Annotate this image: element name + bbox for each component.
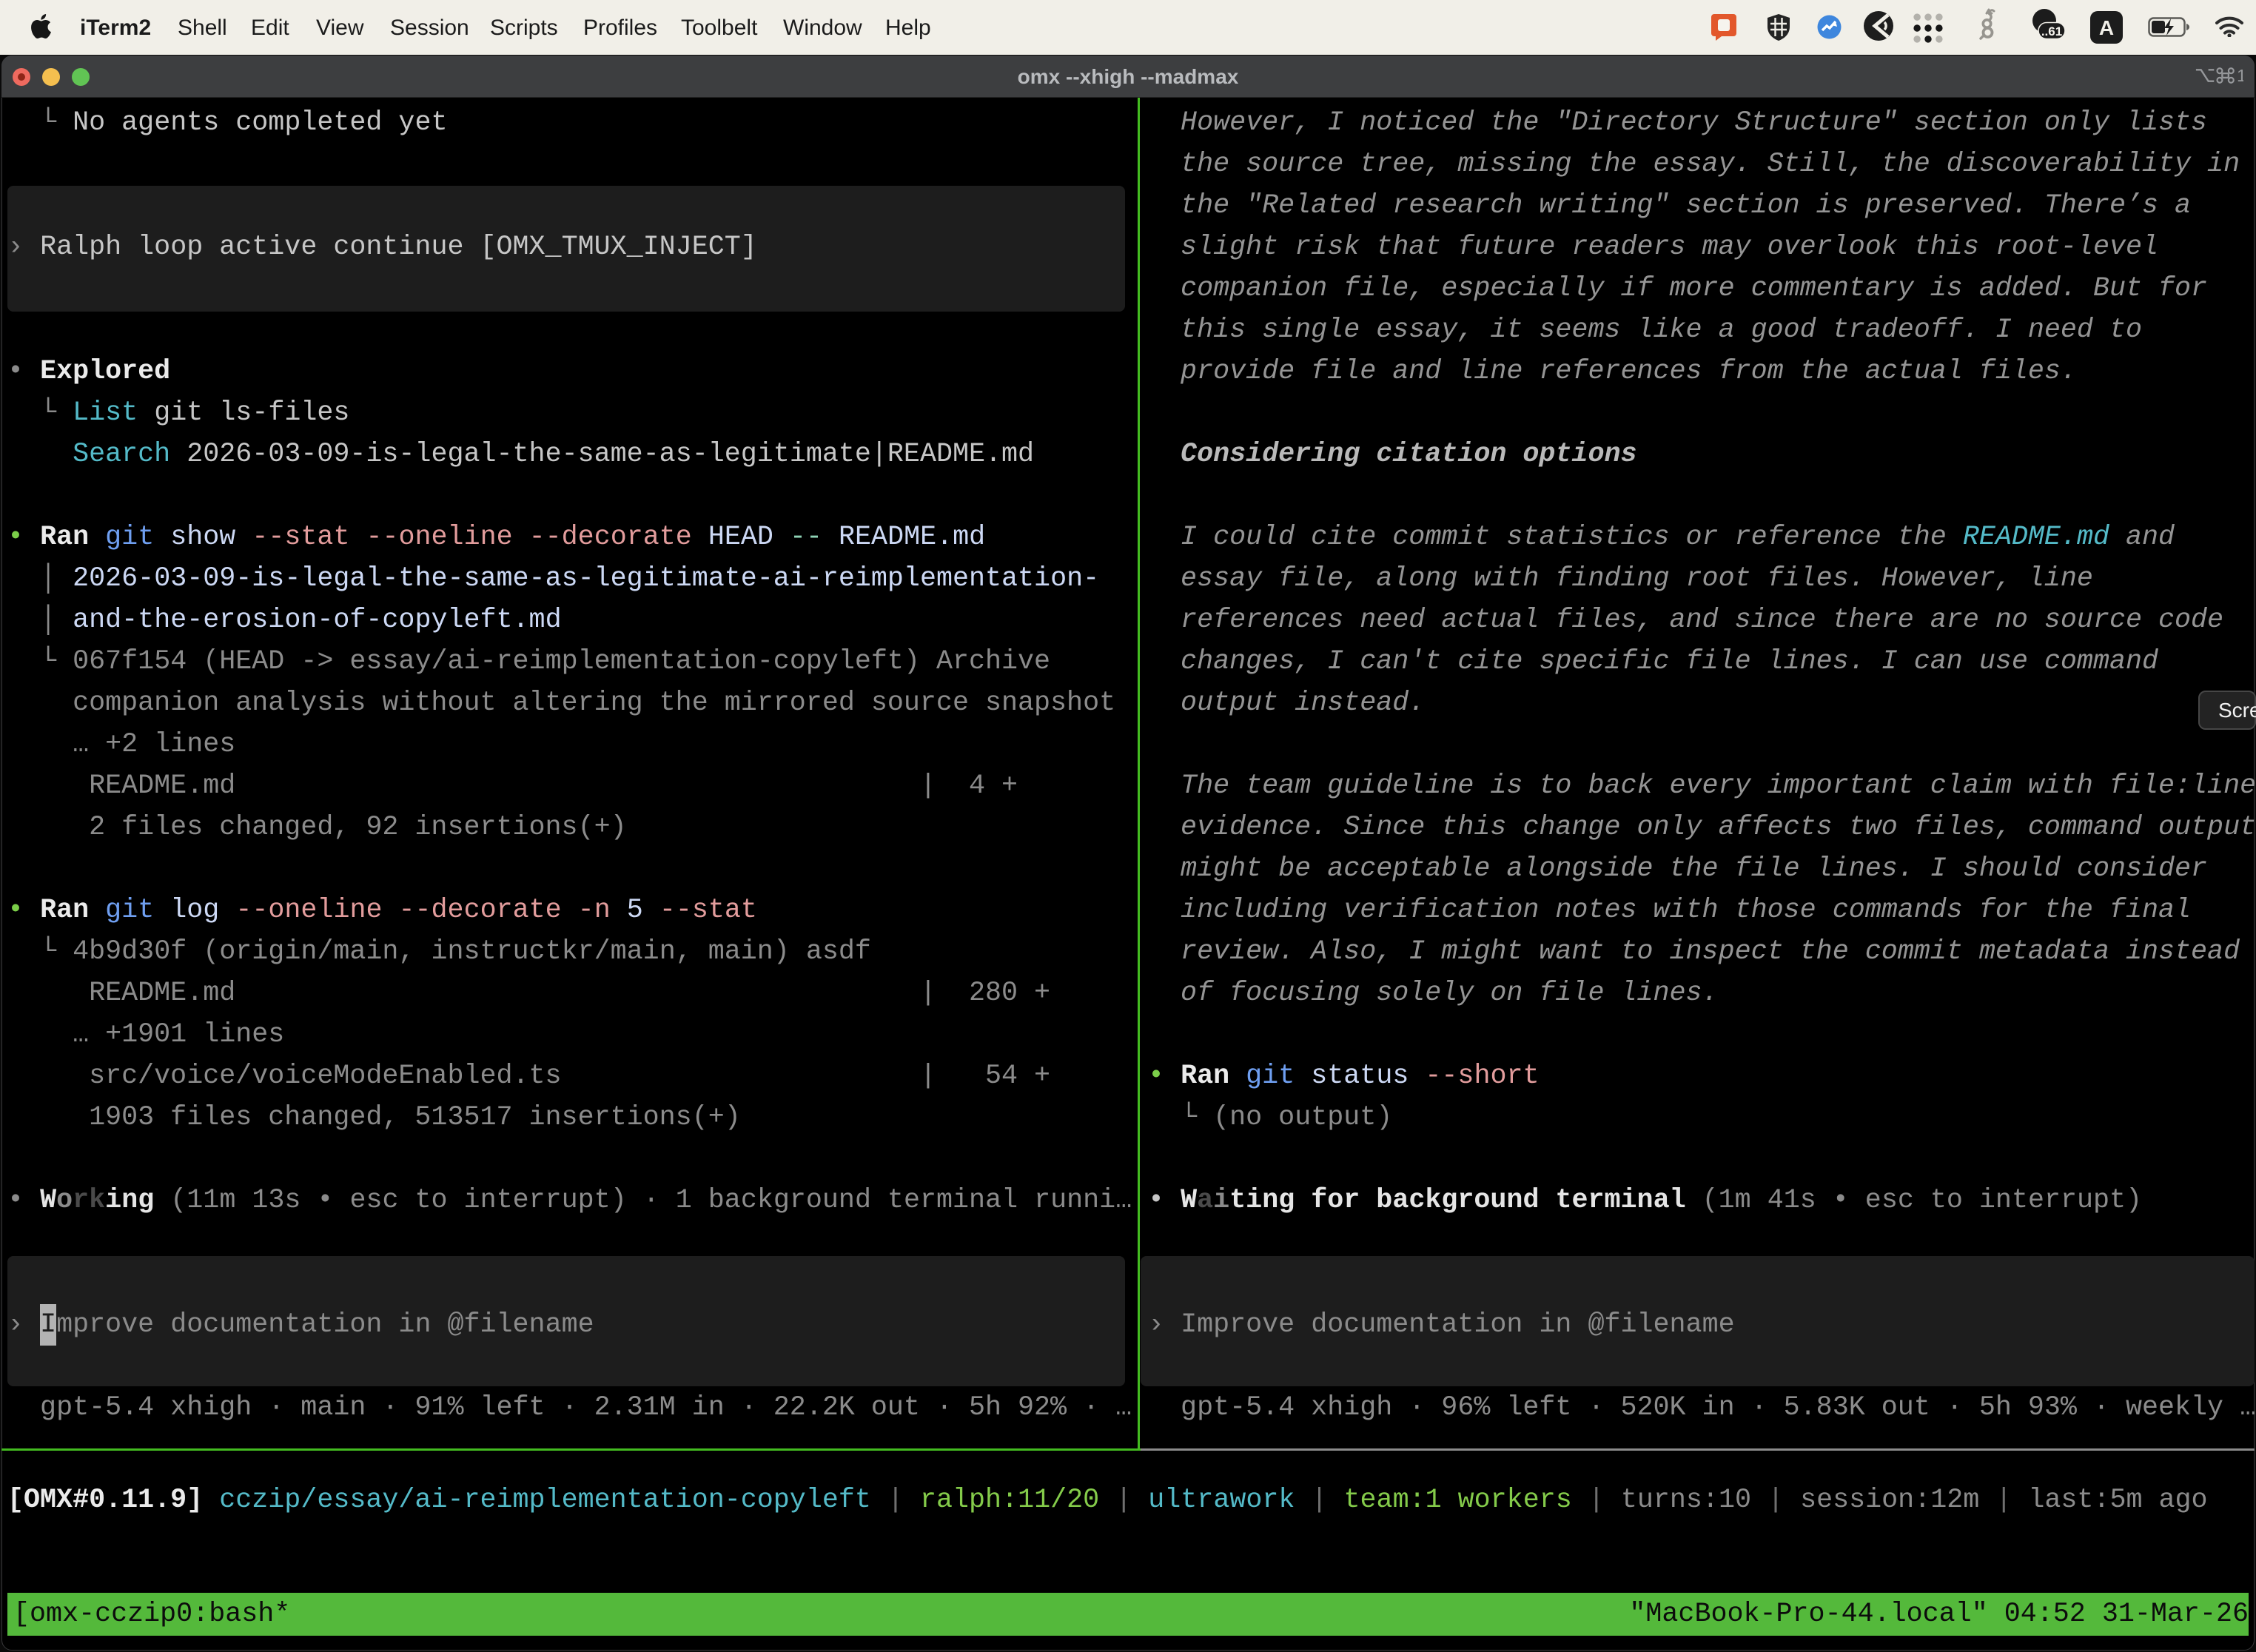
svg-text:..61: ..61 [2041, 24, 2062, 38]
svg-text:1: 1 [2237, 67, 2243, 84]
